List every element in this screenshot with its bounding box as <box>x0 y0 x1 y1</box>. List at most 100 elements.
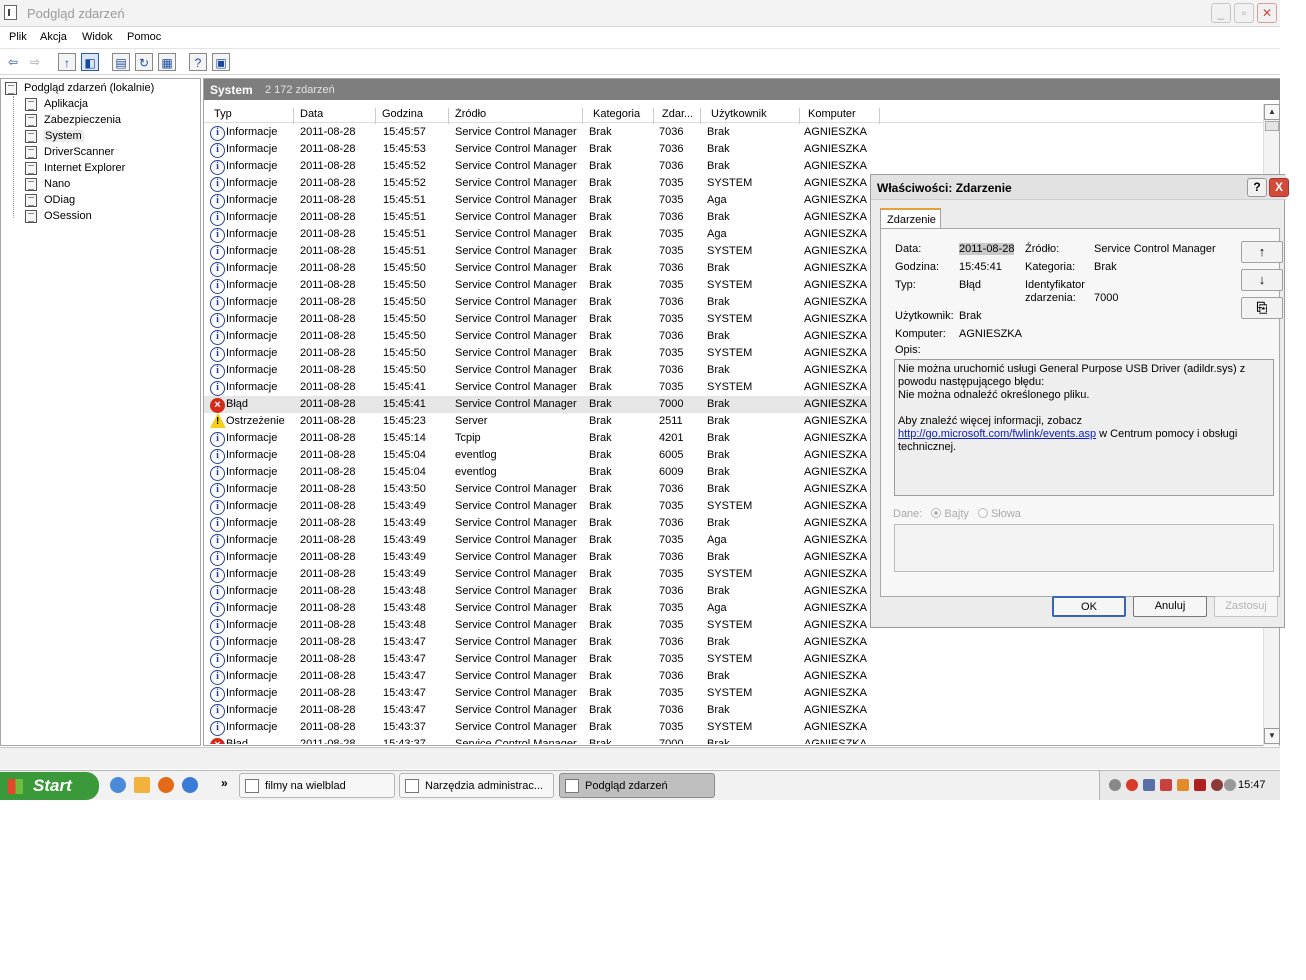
column-uzytkownik[interactable]: Użytkownik <box>705 108 800 124</box>
cell-computer: AGNIESZKA <box>804 466 867 478</box>
cancel-button[interactable]: Anuluj <box>1133 596 1207 617</box>
table-row[interactable]: i Informacje 2011-08-28 15:43:37 Service Con… <box>204 719 1262 736</box>
minimize-button[interactable]: _ <box>1211 3 1231 23</box>
cell-date: 2011-08-28 <box>300 466 356 478</box>
maximize-button[interactable]: ▫ <box>1234 3 1254 23</box>
cell-source: Service Control Manager <box>455 670 577 682</box>
tray-update-icon[interactable] <box>1177 779 1189 791</box>
cell-id: 7036 <box>659 551 684 563</box>
scroll-up-icon[interactable]: ▲ <box>1264 104 1280 120</box>
tray-sun-icon[interactable] <box>1126 779 1138 791</box>
back-arrow-icon[interactable]: ⇦ <box>4 53 22 71</box>
column-godzina[interactable]: Godzina <box>376 108 449 124</box>
cell-source: Service Control Manager <box>455 517 577 529</box>
tab-zdarzenie[interactable]: Zdarzenie <box>880 208 941 229</box>
properties-icon[interactable]: ▤ <box>112 53 130 71</box>
show-hide-tree-icon[interactable]: ◧ <box>81 53 99 71</box>
tray-antivirus-icon[interactable] <box>1211 779 1223 791</box>
table-row[interactable]: i Informacje 2011-08-28 15:45:53 Service Con… <box>204 141 1262 158</box>
cell-id: 7035 <box>659 721 684 733</box>
help-icon[interactable]: ? <box>189 53 207 71</box>
export-list-icon[interactable]: ▦ <box>158 53 176 71</box>
info-icon: i <box>210 670 225 685</box>
scroll-down-icon[interactable]: ▼ <box>1264 728 1280 744</box>
value-computer: AGNIESZKA <box>959 328 1022 340</box>
up-folder-icon[interactable]: ↑ <box>58 53 76 71</box>
quicklaunch-firefox-icon[interactable] <box>158 777 174 793</box>
cell-user: Brak <box>707 330 730 342</box>
cell-category: Brak <box>589 585 612 597</box>
log-icon <box>25 194 37 207</box>
table-row[interactable]: i Informacje 2011-08-28 15:45:57 Service Con… <box>204 124 1262 141</box>
apply-button[interactable]: Zastosuj <box>1214 596 1278 617</box>
table-row[interactable]: i Informacje 2011-08-28 15:45:52 Service Con… <box>204 158 1262 175</box>
cell-user: Brak <box>707 364 730 376</box>
quicklaunch-desktop-icon[interactable] <box>110 777 126 793</box>
table-row[interactable]: i Informacje 2011-08-28 15:43:47 Service Con… <box>204 651 1262 668</box>
panel-title: System <box>210 83 253 97</box>
task-filmy[interactable]: filmy na wielblad <box>239 773 395 798</box>
cell-time: 15:45:14 <box>383 432 426 444</box>
ok-button[interactable]: OK <box>1052 596 1126 617</box>
menu-widok[interactable]: Widok <box>82 31 113 43</box>
dialog-close-button[interactable]: X <box>1269 178 1289 197</box>
mmc-icon[interactable]: ▣ <box>212 53 230 71</box>
data-box[interactable] <box>894 524 1274 572</box>
description-box[interactable]: Nie można uruchomić usługi General Purpo… <box>894 359 1274 496</box>
tray-network-icon[interactable] <box>1143 779 1155 791</box>
cell-id: 7036 <box>659 483 684 495</box>
column-typ[interactable]: Typ <box>208 108 294 124</box>
cell-type: Informacje <box>226 670 278 682</box>
quicklaunch-folder-icon[interactable] <box>134 777 150 793</box>
column-komputer[interactable]: Komputer <box>802 108 880 124</box>
task-podglad-zdarzen[interactable]: Podgląd zdarzeń <box>559 773 715 798</box>
help-link[interactable]: http://go.microsoft.com/fwlink/events.as… <box>898 428 1096 440</box>
forward-arrow-icon[interactable]: ⇨ <box>26 53 44 71</box>
value-date[interactable]: 2011-08-28 <box>959 243 1015 255</box>
cell-source: Service Control Manager <box>455 279 577 291</box>
scroll-thumb[interactable] <box>1265 121 1279 131</box>
table-row[interactable]: i Informacje 2011-08-28 15:43:47 Service Con… <box>204 702 1262 719</box>
cell-source: Server <box>455 415 488 427</box>
task-narzedzia[interactable]: Narzędzia administrac... <box>399 773 554 798</box>
radio-bytes[interactable] <box>931 508 942 518</box>
cell-computer: AGNIESZKA <box>804 415 867 427</box>
table-row[interactable]: ×Błąd 2011-08-28 15:43:37 Service Control M… <box>204 736 1262 744</box>
previous-event-button[interactable]: ↑ <box>1241 241 1283 263</box>
tray-gear-icon[interactable] <box>1109 779 1121 791</box>
radio-words[interactable] <box>977 508 988 518</box>
tray-misc-icon[interactable] <box>1224 779 1236 791</box>
table-row[interactable]: i Informacje 2011-08-28 15:43:47 Service Con… <box>204 668 1262 685</box>
cell-time: 15:43:48 <box>383 585 426 597</box>
cell-computer: AGNIESZKA <box>804 313 867 325</box>
cell-id: 7000 <box>659 398 684 410</box>
tray-speaker-icon[interactable] <box>1160 779 1172 791</box>
dialog-help-button[interactable]: ? <box>1247 178 1267 197</box>
copy-button[interactable]: ⎘ <box>1241 297 1283 319</box>
menu-akcja[interactable]: Akcja <box>40 31 67 43</box>
menu-plik[interactable]: Plik <box>9 31 27 43</box>
navigation-tree: Podgląd zdarzeń (lokalnie) Aplikacja Zab… <box>0 78 201 746</box>
tray-shield-icon[interactable] <box>1194 779 1206 791</box>
column-zdarzenie[interactable]: Zdar... <box>656 108 701 124</box>
cell-source: Service Control Manager <box>455 636 577 648</box>
system-tray: 15:47 <box>1099 771 1280 800</box>
table-row[interactable]: i Informacje 2011-08-28 15:43:47 Service Con… <box>204 685 1262 702</box>
next-event-button[interactable]: ↓ <box>1241 269 1283 291</box>
info-icon: i <box>210 177 225 192</box>
close-button[interactable]: ✕ <box>1257 3 1277 23</box>
status-bar <box>0 747 1280 769</box>
quicklaunch-ie-icon[interactable] <box>182 777 198 793</box>
column-data[interactable]: Data <box>294 108 376 124</box>
quicklaunch-chevron-icon[interactable]: » <box>221 776 228 790</box>
table-row[interactable]: i Informacje 2011-08-28 15:43:47 Service Con… <box>204 634 1262 651</box>
column-kategoria[interactable]: Kategoria <box>587 108 654 124</box>
column-zrodlo[interactable]: Źródło <box>449 108 583 124</box>
start-button[interactable]: Start <box>0 772 99 800</box>
refresh-icon[interactable]: ↻ <box>135 53 153 71</box>
title-bar: Podgląd zdarzeń _ ▫ ✕ <box>0 0 1280 27</box>
cell-category: Brak <box>589 211 612 223</box>
menu-pomoc[interactable]: Pomoc <box>127 31 161 43</box>
cell-type: Informacje <box>226 364 278 376</box>
cell-source: Service Control Manager <box>455 245 577 257</box>
